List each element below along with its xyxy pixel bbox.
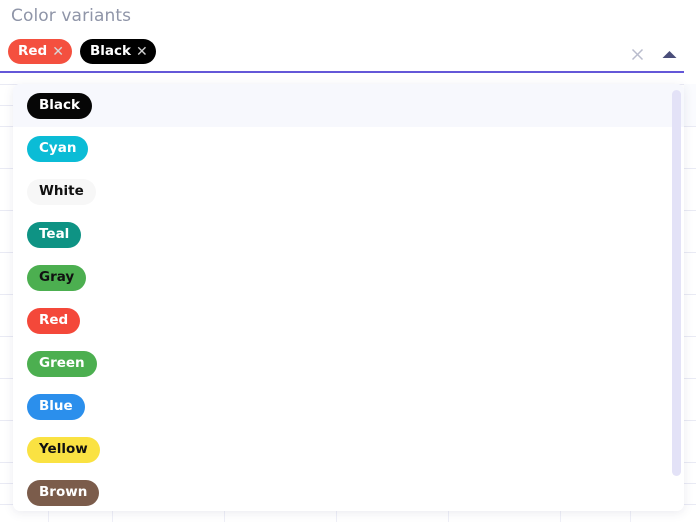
option-item[interactable]: Gray bbox=[13, 256, 684, 299]
option-chip: Yellow bbox=[27, 436, 100, 463]
option-item[interactable]: Black bbox=[13, 84, 684, 127]
options-dropdown[interactable]: Black Cyan White Teal Gray Red Green Blue Yellow… bbox=[13, 84, 684, 511]
option-item[interactable]: Yellow bbox=[13, 428, 684, 471]
option-chip: Green bbox=[27, 350, 97, 377]
option-item[interactable]: Green bbox=[13, 342, 684, 385]
option-chip: Cyan bbox=[27, 135, 89, 162]
remove-chip-icon[interactable]: ✕ bbox=[52, 45, 64, 59]
caret-up-icon[interactable] bbox=[658, 43, 680, 65]
selected-chip[interactable]: Red ✕ bbox=[8, 39, 72, 64]
dropdown-scrollbar[interactable] bbox=[670, 84, 684, 511]
remove-chip-icon[interactable]: ✕ bbox=[136, 45, 148, 59]
option-chip: Brown bbox=[27, 479, 100, 506]
options-list: Black Cyan White Teal Gray Red Green Blue Yellow… bbox=[13, 84, 684, 511]
option-item[interactable]: Red bbox=[13, 299, 684, 342]
selected-chips: Red ✕ Black ✕ bbox=[8, 39, 156, 64]
option-item[interactable]: Blue bbox=[13, 385, 684, 428]
table-cell bbox=[684, 84, 696, 126]
control-actions bbox=[626, 43, 680, 65]
option-chip: Black bbox=[27, 92, 93, 119]
selected-chip-label: Black bbox=[89, 42, 131, 59]
option-item[interactable]: Brown bbox=[13, 471, 684, 511]
option-chip: Red bbox=[27, 307, 81, 334]
multiselect-control[interactable]: Red ✕ Black ✕ bbox=[0, 36, 684, 73]
option-chip: Gray bbox=[27, 264, 87, 291]
field-label: Color variants bbox=[11, 6, 132, 26]
scrollbar-thumb[interactable] bbox=[672, 90, 681, 476]
selected-chip-label: Red bbox=[18, 42, 48, 59]
field-underline bbox=[0, 71, 684, 73]
option-chip: White bbox=[27, 178, 96, 205]
option-item[interactable]: Teal bbox=[13, 213, 684, 256]
selected-chip[interactable]: Black ✕ bbox=[79, 39, 156, 64]
option-chip: Teal bbox=[27, 221, 82, 248]
option-chip: Blue bbox=[27, 393, 85, 420]
option-item[interactable]: Cyan bbox=[13, 127, 684, 170]
close-icon[interactable] bbox=[626, 43, 648, 65]
option-item[interactable]: White bbox=[13, 170, 684, 213]
